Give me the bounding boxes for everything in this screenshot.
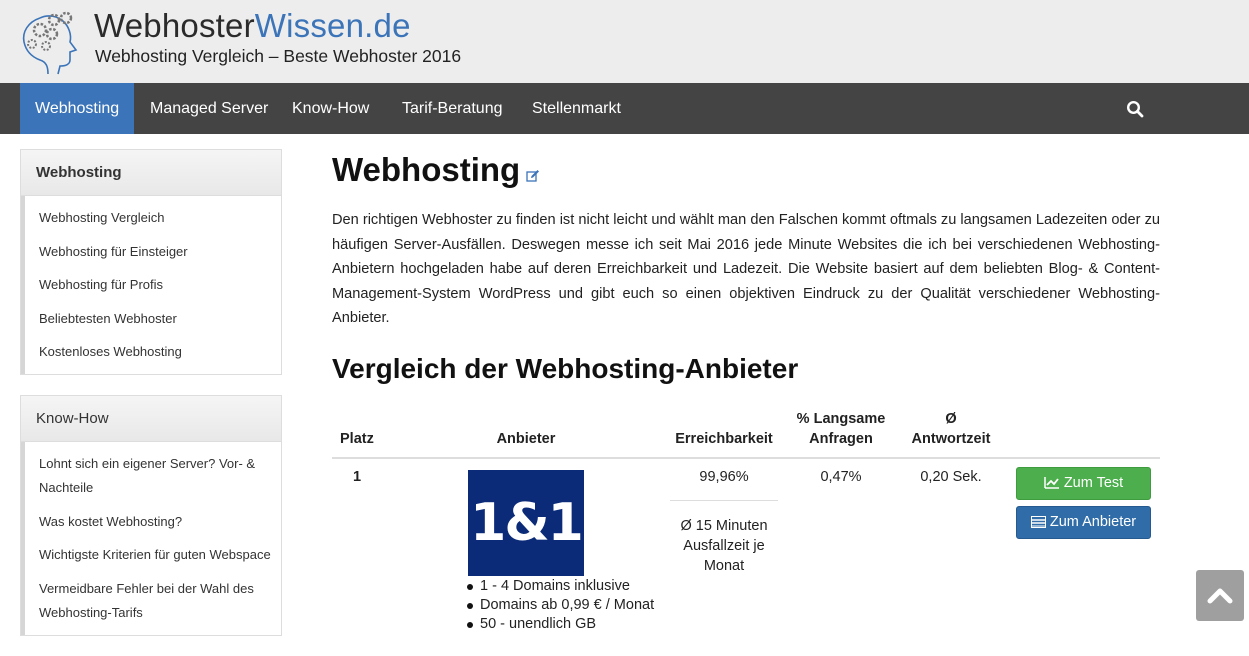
- sidebar-item-kosten-webhosting[interactable]: Was kostet Webhosting?: [25, 506, 281, 540]
- col-header-slow-requests: % Langsame Anfragen: [778, 408, 904, 459]
- main-content: Webhosting Den richtigen Webhoster zu fi…: [332, 149, 1160, 634]
- rank-cell: 1: [353, 468, 362, 485]
- sidebar-item-beliebteste-webhoster[interactable]: Beliebtesten Webhoster: [25, 303, 281, 337]
- col-header-response-time: Ø Antwortzeit: [904, 408, 998, 459]
- nav-item-tarif-beratung[interactable]: Tarif-Beratung: [387, 83, 518, 134]
- nav-item-managed-server[interactable]: Managed Server: [135, 83, 283, 134]
- nav-item-know-how[interactable]: Know-How: [277, 83, 384, 134]
- page-title: Webhosting: [332, 149, 1160, 191]
- site-tagline: Webhosting Vergleich – Beste Webhoster 2…: [95, 46, 462, 66]
- sidebar-list: Lohnt sich ein eigener Server? Vor- & Na…: [21, 441, 281, 635]
- col-header-availability: Erreichbarkeit: [670, 408, 778, 459]
- sidebar-panel-title: Webhosting: [21, 150, 281, 196]
- col-header-actions: [998, 408, 1160, 459]
- col-header-rank: Platz: [332, 408, 382, 459]
- server-icon: [1030, 515, 1046, 528]
- zum-anbieter-button[interactable]: Zum Anbieter: [1016, 505, 1151, 539]
- provider-logo[interactable]: 1&1: [468, 469, 584, 576]
- actions-cell: Zum Test Zum Anbieter: [998, 458, 1160, 634]
- sidebar: Webhosting Webhosting Vergleich Webhosti…: [20, 149, 282, 656]
- zum-test-button[interactable]: Zum Test: [1016, 466, 1151, 500]
- intro-text: Den richtigen Webhoster zu finden ist ni…: [332, 212, 1160, 327]
- sidebar-list: Webhosting Vergleich Webhosting für Eins…: [21, 196, 281, 374]
- availability-value: 99,96%: [670, 467, 778, 501]
- site-name[interactable]: WebhosterWissen.de: [94, 6, 411, 46]
- brain-gears-logo-icon[interactable]: [18, 4, 84, 78]
- list-item: 1 - 4 Domains inklusive: [464, 577, 670, 596]
- line-chart-icon: [1044, 476, 1059, 489]
- edit-icon[interactable]: [526, 169, 540, 183]
- comparison-table: Platz Anbieter Erreichbarkeit % Langsame…: [332, 408, 1160, 634]
- response-time-cell: 0,20 Sek.: [920, 468, 982, 485]
- list-item: Domains ab 0,99 € / Monat: [464, 596, 670, 615]
- main-navbar: Webhosting Managed Server Know-How Tarif…: [0, 83, 1249, 134]
- nav-item-webhosting[interactable]: Webhosting: [20, 83, 135, 134]
- sidebar-item-webhosting-profis[interactable]: Webhosting für Profis: [25, 269, 281, 303]
- slow-requests-cell: 0,47%: [820, 468, 862, 485]
- sidebar-panel-title: Know-How: [21, 395, 281, 442]
- sidebar-item-vermeidbare-fehler[interactable]: Vermeidbare Fehler bei der Wahl des Webh…: [25, 573, 281, 631]
- table-header-row: Platz Anbieter Erreichbarkeit % Langsame…: [332, 408, 1160, 459]
- chevron-up-icon: [1207, 588, 1233, 603]
- scroll-to-top-button[interactable]: [1196, 570, 1244, 621]
- availability-cell: 99,96% Ø 15 Minuten Ausfallzeit je Monat: [670, 458, 778, 634]
- sidebar-panel-webhosting: Webhosting Webhosting Vergleich Webhosti…: [20, 149, 282, 375]
- nav-item-stellenmarkt[interactable]: Stellenmarkt: [517, 83, 636, 134]
- feature-list: 1 - 4 Domains inklusive Domains ab 0,99 …: [464, 577, 670, 634]
- sidebar-item-eigener-server[interactable]: Lohnt sich ein eigener Server? Vor- & Na…: [25, 448, 281, 506]
- sidebar-item-kriterien-webspace[interactable]: Wichtigste Kriterien für guten Webspace: [25, 539, 281, 573]
- list-item: 50 - unendlich GB: [464, 615, 670, 634]
- provider-cell: 1&1 1 - 4 Domains inklusive Domains ab 0…: [382, 458, 670, 634]
- sidebar-item-webhosting-vergleich[interactable]: Webhosting Vergleich: [25, 202, 281, 236]
- downtime-text: Ø 15 Minuten Ausfallzeit je Monat: [680, 517, 768, 574]
- section-title: Vergleich der Webhosting-Anbieter: [332, 352, 799, 384]
- table-row: 1 1&1 1 - 4 Domains inklusive Domains ab…: [332, 458, 1160, 634]
- sidebar-panel-know-how: Know-How Lohnt sich ein eigener Server? …: [20, 394, 282, 636]
- search-icon[interactable]: [1126, 100, 1144, 118]
- site-header: WebhosterWissen.de Webhosting Vergleich …: [0, 0, 1249, 83]
- col-header-provider: Anbieter: [382, 408, 670, 459]
- sidebar-item-webhosting-einsteiger[interactable]: Webhosting für Einsteiger: [25, 236, 281, 270]
- sidebar-item-kostenloses-webhosting[interactable]: Kostenloses Webhosting: [25, 336, 281, 370]
